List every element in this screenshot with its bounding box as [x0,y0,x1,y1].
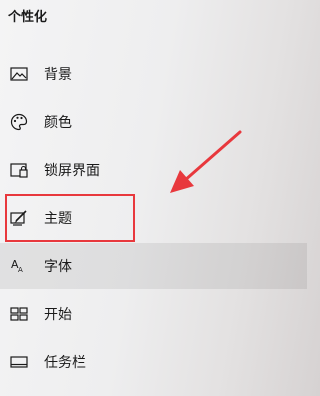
taskbar-icon [9,352,29,372]
nav-item-lock-screen[interactable]: 锁屏界面 [0,147,307,193]
nav-item-label: 锁屏界面 [44,163,100,179]
start-tiles-icon [9,304,29,324]
nav-item-label: 背景 [44,67,72,83]
nav-item-label: 任务栏 [44,355,86,371]
font-icon: A A [9,256,29,276]
nav-item-fonts[interactable]: A A 字体 [0,243,307,289]
theme-brush-icon [9,208,29,228]
nav-item-label: 字体 [44,259,72,275]
picture-icon [9,64,29,84]
nav-item-label: 主题 [44,211,72,227]
lock-screen-icon [9,160,29,180]
nav-item-start[interactable]: 开始 [0,291,307,337]
page-title: 个性化 [8,10,48,25]
nav-item-label: 颜色 [44,115,72,131]
nav-item-taskbar[interactable]: 任务栏 [0,339,307,385]
palette-icon [9,112,29,132]
nav-item-background[interactable]: 背景 [0,51,307,97]
nav-item-label: 开始 [44,307,72,323]
nav-item-colors[interactable]: 颜色 [0,99,307,145]
nav-item-themes[interactable]: 主题 [0,195,307,241]
svg-text:A: A [18,266,23,274]
